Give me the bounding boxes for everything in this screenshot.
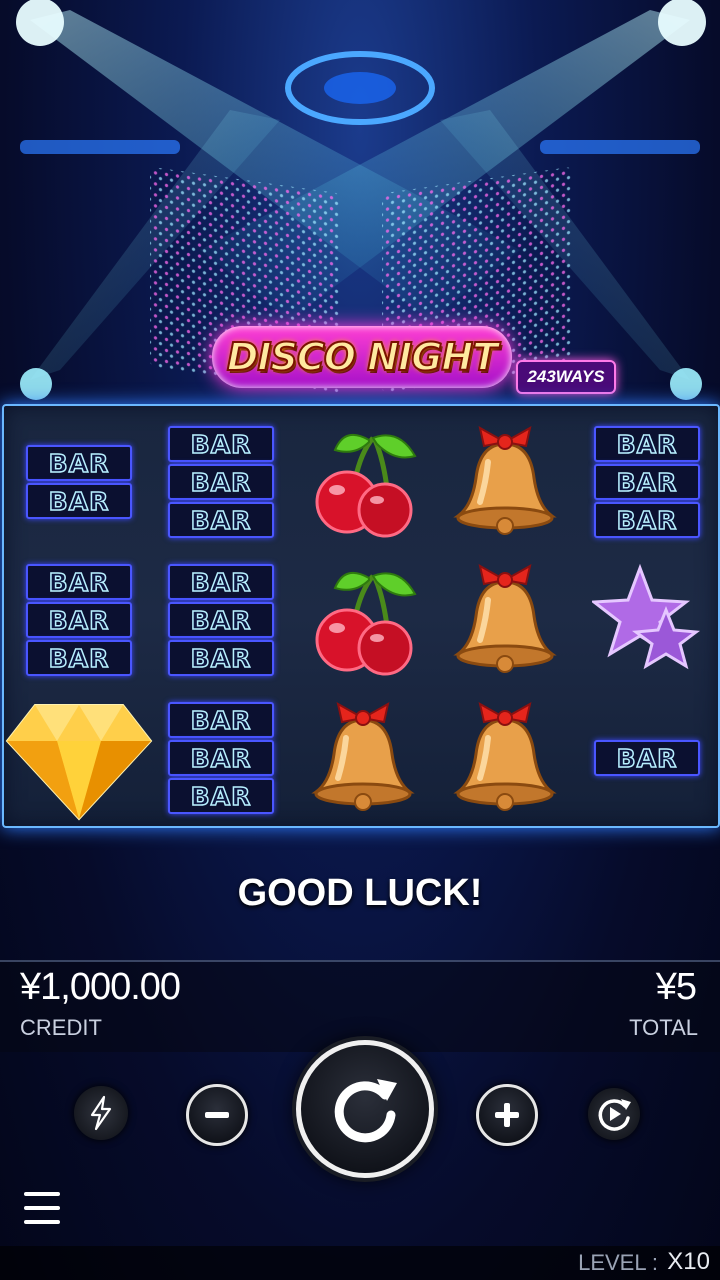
reel-2-row-1-bar-triple: BAR BAR BAR [151, 414, 291, 550]
bar-symbol-label: BAR [168, 502, 274, 538]
bar-symbol-label: BAR [168, 426, 274, 462]
bar-symbol-label: BAR [168, 740, 274, 776]
game-logo: DISCO NIGHT [212, 326, 512, 388]
bar-symbol-label: BAR [594, 740, 700, 776]
bell-icon [311, 702, 415, 811]
autoplay-icon [598, 1099, 631, 1131]
reel-5-row-2-star [577, 552, 717, 688]
diamond-icon [5, 704, 153, 821]
status-message: GOOD LUCK! [237, 872, 483, 914]
bar-symbol-label: BAR [26, 640, 132, 676]
lightning-icon [90, 1095, 112, 1131]
bell-icon [453, 702, 557, 811]
spin-button[interactable] [296, 1040, 434, 1178]
ways-badge: 243WAYS [516, 360, 616, 394]
reel-1-row-2-bar-triple: BAR BAR BAR [9, 552, 149, 688]
bar-symbol-label: BAR [168, 778, 274, 814]
reel-3-row-2-cherry [293, 552, 433, 688]
reel-2-row-3-bar-triple: BAR BAR BAR [151, 690, 291, 826]
bar-symbol-label: BAR [26, 445, 132, 481]
bet-decrease-button[interactable] [186, 1084, 248, 1146]
hamburger-menu-icon[interactable] [24, 1192, 60, 1224]
spin-arrow-icon [334, 1079, 397, 1143]
bar-symbol-label: BAR [26, 564, 132, 600]
bar-symbol-label: BAR [594, 502, 700, 538]
bell-icon [453, 426, 557, 535]
reel-grid: BAR BAR BAR BAR BAR BAR BAR BAR BAR BAR BAR BAR BAR… [2, 404, 720, 828]
minus-icon [205, 1112, 229, 1118]
bar-symbol-label: BAR [168, 602, 274, 638]
reel-2-row-2-bar-triple: BAR BAR BAR [151, 552, 291, 688]
game-stage: { "game": { "logo_text": "DISCO NIGHT", … [0, 0, 720, 1280]
total-value: ¥5 [655, 966, 697, 1008]
star-icon [592, 563, 701, 670]
bell-icon [453, 564, 557, 673]
turbo-button[interactable] [74, 1086, 128, 1140]
reel-5-row-3-bar-single: BAR [577, 690, 717, 826]
reel-4-row-3-bell [435, 690, 575, 826]
level-label: LEVEL : [578, 1250, 658, 1275]
bar-symbol-label: BAR [594, 426, 700, 462]
total-label: TOTAL [629, 1015, 698, 1040]
reel-4-row-1-bell [435, 414, 575, 550]
bar-symbol-label: BAR [168, 464, 274, 500]
reel-1-row-3-diamond [5, 690, 153, 826]
level-value: X10 [667, 1248, 710, 1275]
reel-3-row-3-bell [293, 690, 433, 826]
plus-icon [495, 1103, 519, 1127]
reel-5-row-1-bar-triple: BAR BAR BAR [577, 414, 717, 550]
bar-symbol-label: BAR [168, 702, 274, 738]
autoplay-button[interactable] [588, 1088, 640, 1140]
reel-3-row-1-cherry [293, 414, 433, 550]
bar-symbol-label: BAR [594, 464, 700, 500]
bar-symbol-label: BAR [26, 483, 132, 519]
bar-symbol-label: BAR [26, 602, 132, 638]
logo-text: DISCO NIGHT [226, 334, 499, 380]
reel-4-row-2-bell [435, 552, 575, 688]
cherry-icon [315, 433, 417, 538]
bar-symbol-label: BAR [168, 564, 274, 600]
bar-symbol-label: BAR [168, 640, 274, 676]
cherry-icon [315, 571, 417, 676]
credit-value: ¥1,000.00 [20, 966, 181, 1008]
reel-1-row-1-bar-double: BAR BAR [9, 414, 149, 550]
credit-label: CREDIT [20, 1015, 102, 1040]
bet-increase-button[interactable] [476, 1084, 538, 1146]
